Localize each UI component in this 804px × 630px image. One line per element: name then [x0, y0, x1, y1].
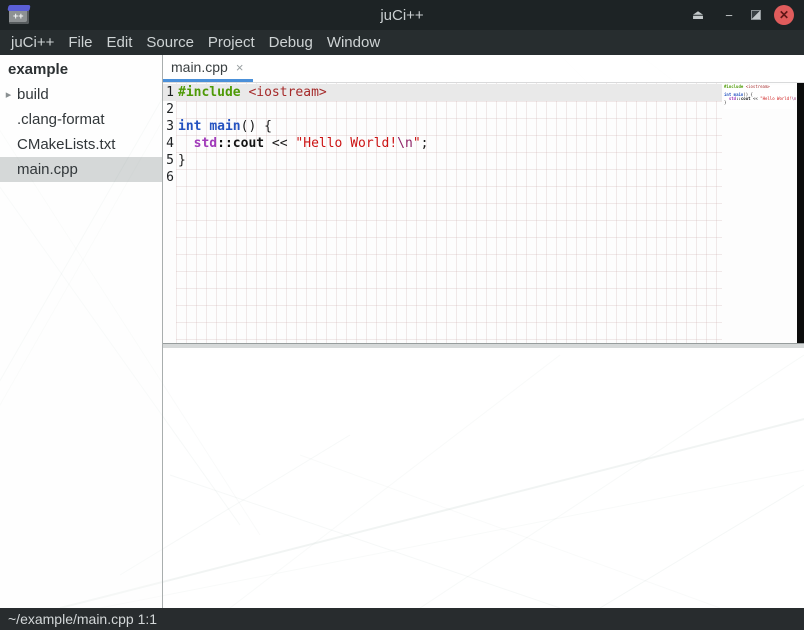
- code-token: <iostream>: [746, 85, 770, 89]
- code-token: std: [729, 97, 736, 101]
- code-token: int: [178, 118, 201, 135]
- app-window: ++ juCi++ ⏏ − ✕ juCi++FileEditSourceProj…: [0, 0, 804, 630]
- menu-project[interactable]: Project: [201, 30, 262, 55]
- menu-debug[interactable]: Debug: [262, 30, 320, 55]
- terminal-panel[interactable]: [163, 348, 804, 608]
- code-token: () {: [241, 118, 272, 135]
- code-token: <<: [264, 135, 295, 152]
- status-bar: ~/example/main.cpp 1:1: [0, 608, 804, 630]
- code-token: ::: [217, 135, 233, 152]
- code-token: [241, 84, 249, 101]
- line-number: 3: [163, 118, 174, 135]
- code-token: cout: [741, 97, 751, 101]
- code-token: <iostream>: [248, 84, 326, 101]
- tree-item-label: main.cpp: [17, 161, 78, 178]
- expander-icon[interactable]: ▸: [0, 88, 17, 101]
- content-area: example ▸build .clang-format CMakeLists.tx…: [0, 55, 804, 608]
- code-line-1: 1#include <iostream>: [163, 84, 804, 101]
- code-token: }: [724, 101, 726, 105]
- tree-item-cmakelists-txt[interactable]: CMakeLists.txt: [0, 132, 162, 157]
- close-button[interactable]: ✕: [774, 5, 794, 25]
- code-line-4: std::cout << "Hello World!\n";: [724, 97, 794, 101]
- code-lines: 1#include <iostream>23int main() {4 std:…: [163, 84, 804, 186]
- shade-button[interactable]: ⏏: [689, 7, 707, 23]
- main-column: main.cpp × 1#include <iostream>23int mai…: [163, 55, 804, 608]
- tree-item-build[interactable]: ▸build: [0, 82, 162, 107]
- status-file-position: ~/example/main.cpp 1:1: [8, 611, 157, 627]
- code-token: \n: [397, 135, 413, 152]
- line-number: 4: [163, 135, 174, 152]
- code-token: ;: [421, 135, 429, 152]
- code-token: "Hello World!: [760, 97, 791, 101]
- minimize-button[interactable]: −: [720, 8, 738, 23]
- file-tree: ▸build .clang-format CMakeLists.txt main.cp…: [0, 82, 162, 182]
- code-token: main: [209, 118, 240, 135]
- code-token: [178, 135, 194, 152]
- editor-scrollbar[interactable]: [797, 83, 804, 343]
- menu-source[interactable]: Source: [139, 30, 201, 55]
- code-line-5: 5}: [163, 152, 804, 169]
- app-icon-badge: ++: [13, 10, 24, 22]
- code-token: #include: [178, 84, 241, 101]
- tab-bar: main.cpp ×: [163, 55, 804, 83]
- menu-file[interactable]: File: [61, 30, 99, 55]
- window-controls: ⏏ − ✕: [689, 5, 804, 25]
- maximize-icon[interactable]: [751, 10, 761, 20]
- code-line-3: 3int main() {: [163, 118, 804, 135]
- code-token: #include: [724, 85, 743, 89]
- code-token: "Hello World!: [295, 135, 397, 152]
- code-line-6: 6: [163, 169, 804, 186]
- line-number: 1: [163, 84, 174, 101]
- title-bar[interactable]: ++ juCi++ ⏏ − ✕: [0, 0, 804, 30]
- tree-item-label: .clang-format: [17, 111, 105, 128]
- window-title: juCi++: [0, 7, 804, 24]
- tab-label: main.cpp: [171, 59, 228, 75]
- tree-item-label: build: [17, 86, 49, 103]
- line-number: 5: [163, 152, 174, 169]
- tab-main-cpp[interactable]: main.cpp ×: [163, 55, 253, 82]
- project-name: example: [0, 55, 162, 82]
- code-token: }: [178, 152, 186, 169]
- tree-item--clang-format[interactable]: .clang-format: [0, 107, 162, 132]
- app-icon: ++: [9, 7, 29, 24]
- line-number: 6: [163, 169, 174, 186]
- line-number: 2: [163, 101, 174, 118]
- tab-close-icon[interactable]: ×: [236, 60, 244, 75]
- tree-item-label: CMakeLists.txt: [17, 136, 115, 153]
- file-tree-sidebar: example ▸build .clang-format CMakeLists.tx…: [0, 55, 163, 608]
- menu-edit[interactable]: Edit: [100, 30, 140, 55]
- code-token: <<: [751, 97, 761, 101]
- code-token: [201, 118, 209, 135]
- menu-window[interactable]: Window: [320, 30, 387, 55]
- code-token: ": [413, 135, 421, 152]
- menu-juci[interactable]: juCi++: [4, 30, 61, 55]
- tree-item-main-cpp[interactable]: main.cpp: [0, 157, 162, 182]
- code-editor[interactable]: 1#include <iostream>23int main() {4 std:…: [163, 83, 804, 343]
- code-line-2: 2: [163, 101, 804, 118]
- menu-bar: juCi++FileEditSourceProjectDebugWindow: [0, 30, 804, 55]
- minimap[interactable]: #include <iostream>int main() { std::cou…: [724, 85, 794, 109]
- code-token: std: [194, 135, 217, 152]
- code-line-6: [724, 105, 794, 109]
- code-line-4: 4 std::cout << "Hello World!\n";: [163, 135, 804, 152]
- code-token: cout: [233, 135, 264, 152]
